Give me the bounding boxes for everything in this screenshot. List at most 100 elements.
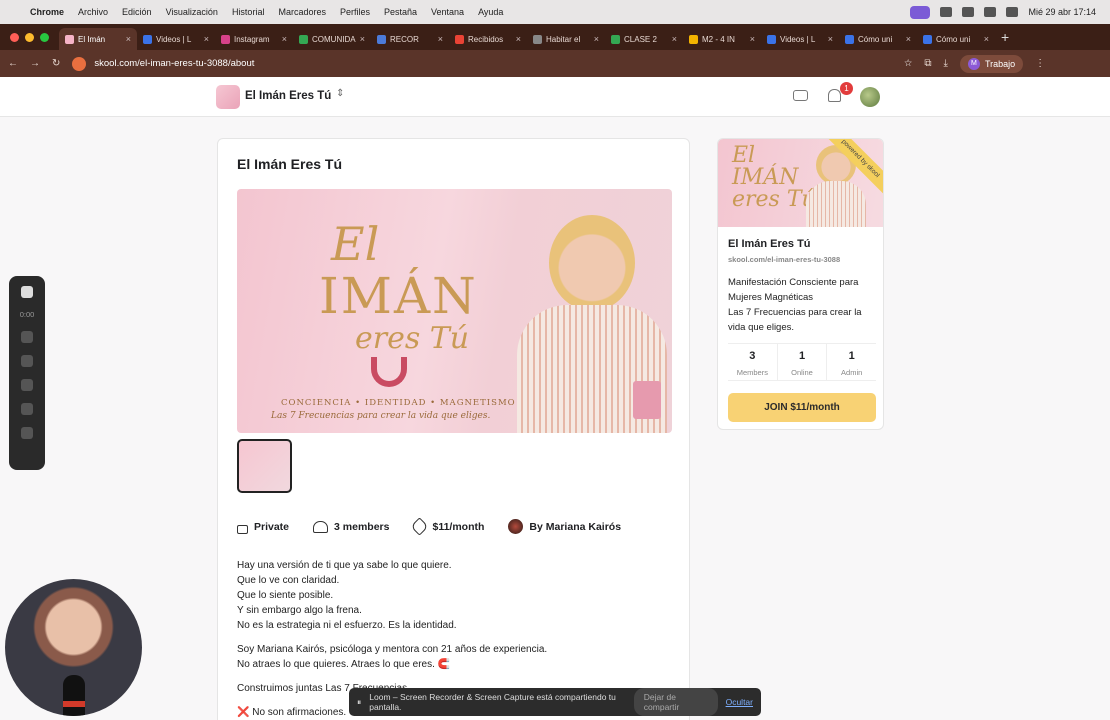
close-tab-icon[interactable]: × xyxy=(126,34,131,44)
hero-line-3: eres Tú xyxy=(355,321,470,356)
app-menu-item[interactable]: Pestaña xyxy=(384,7,417,17)
app-menu-item[interactable]: Historial xyxy=(232,7,265,17)
author-info[interactable]: By Mariana Kairós xyxy=(508,519,621,534)
price-label: $11/month xyxy=(432,520,485,533)
hide-banner-link[interactable]: Ocultar xyxy=(726,697,753,707)
app-menu-item[interactable]: Ayuda xyxy=(478,7,503,17)
close-tab-icon[interactable]: × xyxy=(672,34,677,44)
app-menu-item[interactable]: Archivo xyxy=(78,7,108,17)
close-tab-icon[interactable]: × xyxy=(750,34,755,44)
forward-button[interactable]: → xyxy=(30,58,40,69)
share-banner-text: Loom – Screen Recorder & Screen Capture … xyxy=(369,692,616,712)
app-menu-item[interactable]: Ventana xyxy=(431,7,464,17)
browser-tab[interactable]: Videos | L × xyxy=(761,28,839,50)
browser-tab[interactable]: RECOR × xyxy=(371,28,449,50)
tab-favicon xyxy=(923,34,932,44)
close-tab-icon[interactable]: × xyxy=(360,34,365,44)
restart-icon[interactable] xyxy=(21,355,33,367)
minimize-window-button[interactable] xyxy=(25,32,34,42)
close-tab-icon[interactable]: × xyxy=(204,34,209,44)
app-menu-item[interactable]: Visualización xyxy=(166,7,218,17)
stat-online: 1 Online xyxy=(776,344,827,380)
browser-tab[interactable]: El Imán × xyxy=(59,28,137,50)
price-tag-icon xyxy=(410,517,430,536)
tab-label: Habitar el xyxy=(546,34,581,44)
group-logo[interactable] xyxy=(216,85,240,109)
control-center-icon[interactable] xyxy=(1006,7,1019,17)
description-paragraph: Hay una versión de ti que ya sabe lo que… xyxy=(237,560,457,631)
browser-tab[interactable]: COMUNIDA × xyxy=(293,28,371,50)
sidebar-description: Manifestación Consciente para Mujeres Ma… xyxy=(728,277,862,333)
tab-label: Videos | L xyxy=(780,34,816,44)
tab-label: CLASE 2 xyxy=(624,34,657,44)
tab-label: COMUNIDA xyxy=(312,34,356,44)
app-menu-item[interactable]: Edición xyxy=(122,7,152,17)
screen-share-banner: ⏸ Loom – Screen Recorder & Screen Captur… xyxy=(349,688,761,716)
site-info-icon[interactable] xyxy=(72,56,87,71)
browser-tab[interactable]: Cómo uni × xyxy=(917,28,995,50)
skool-header: El Imán Eres Tú ⇕ 1 xyxy=(0,77,1110,117)
members-info[interactable]: 3 members xyxy=(313,520,389,533)
stop-recording-icon[interactable] xyxy=(21,286,33,298)
members-icon xyxy=(313,520,329,533)
app-menu-item[interactable]: Chrome xyxy=(30,7,64,17)
notification-bell-icon[interactable] xyxy=(828,89,841,102)
group-switcher-icon[interactable]: ⇕ xyxy=(336,88,344,99)
close-tab-icon[interactable]: × xyxy=(594,34,599,44)
group-sidebar-card: El IMÁN eres Tú powered by skool El Imán E… xyxy=(717,138,884,430)
group-name[interactable]: El Imán Eres Tú xyxy=(245,90,331,102)
browser-tab[interactable]: CLASE 2 × xyxy=(605,28,683,50)
reload-button[interactable]: ↻ xyxy=(52,58,60,69)
close-tab-icon[interactable]: × xyxy=(438,34,443,44)
mute-icon[interactable] xyxy=(21,403,33,415)
join-button[interactable]: JOIN $11/month xyxy=(728,393,876,422)
app-menu-item[interactable]: Perfiles xyxy=(340,7,370,17)
tab-favicon xyxy=(533,34,542,44)
close-tab-icon[interactable]: × xyxy=(984,34,989,44)
back-button[interactable]: ← xyxy=(8,58,18,69)
browser-tab[interactable]: Instagram × xyxy=(215,28,293,50)
app-menu-item[interactable]: Marcadores xyxy=(278,7,326,17)
drag-grip-icon[interactable]: ⏸ xyxy=(357,697,361,708)
browser-tab[interactable]: Recibidos × xyxy=(449,28,527,50)
omnibox[interactable]: skool.com/el-iman-eres-tu-3088/about ☆ xyxy=(72,54,912,74)
browser-tab[interactable]: Cómo uni × xyxy=(839,28,917,50)
menu-extra-icon[interactable] xyxy=(940,7,953,17)
author-avatar xyxy=(508,519,524,534)
extensions-icon[interactable]: ⧉ xyxy=(924,58,931,69)
new-tab-button[interactable]: + xyxy=(1001,29,1009,45)
gallery-thumbnail[interactable] xyxy=(237,439,292,493)
chat-icon[interactable] xyxy=(793,90,808,101)
user-avatar[interactable] xyxy=(860,87,880,107)
recording-timer: 0:00 xyxy=(19,310,35,319)
loom-webcam-bubble[interactable] xyxy=(5,579,142,716)
browser-tab[interactable]: Videos | L × xyxy=(137,28,215,50)
profile-button[interactable]: M Trabajo xyxy=(959,54,1024,73)
tab-label: M2 - 4 IN xyxy=(702,34,735,44)
browser-tab[interactable]: Habitar el × xyxy=(527,28,605,50)
download-icon[interactable]: ⤓ xyxy=(944,58,948,69)
close-tab-icon[interactable]: × xyxy=(906,34,911,44)
tab-favicon xyxy=(65,34,74,44)
clock[interactable]: Mié 29 abr 17:14 xyxy=(1028,7,1096,17)
chrome-menu-icon[interactable]: ⋮ xyxy=(1035,58,1045,69)
search-icon[interactable] xyxy=(984,7,997,17)
tab-list: El Imán × Videos | L × Instagram × COMUNIDA × RE… xyxy=(59,24,995,50)
close-window-button[interactable] xyxy=(10,32,19,42)
wifi-icon[interactable] xyxy=(962,7,975,17)
bookmark-star-icon[interactable]: ☆ xyxy=(904,58,913,69)
url-text[interactable]: skool.com/el-iman-eres-tu-3088/about xyxy=(94,58,254,69)
screen-record-icon[interactable] xyxy=(910,5,931,19)
tab-favicon xyxy=(299,34,308,44)
stop-sharing-button[interactable]: Dejar de compartir xyxy=(633,688,718,716)
browser-tab[interactable]: M2 - 4 IN × xyxy=(683,28,761,50)
close-tab-icon[interactable]: × xyxy=(282,34,287,44)
zoom-window-button[interactable] xyxy=(40,32,49,42)
privacy-label: Private xyxy=(254,520,290,533)
close-tab-icon[interactable]: × xyxy=(828,34,833,44)
close-tab-icon[interactable]: × xyxy=(516,34,521,44)
tab-favicon xyxy=(455,34,464,44)
pause-icon[interactable] xyxy=(21,331,33,343)
delete-icon[interactable] xyxy=(21,379,33,391)
drag-handle-icon[interactable] xyxy=(21,427,33,439)
